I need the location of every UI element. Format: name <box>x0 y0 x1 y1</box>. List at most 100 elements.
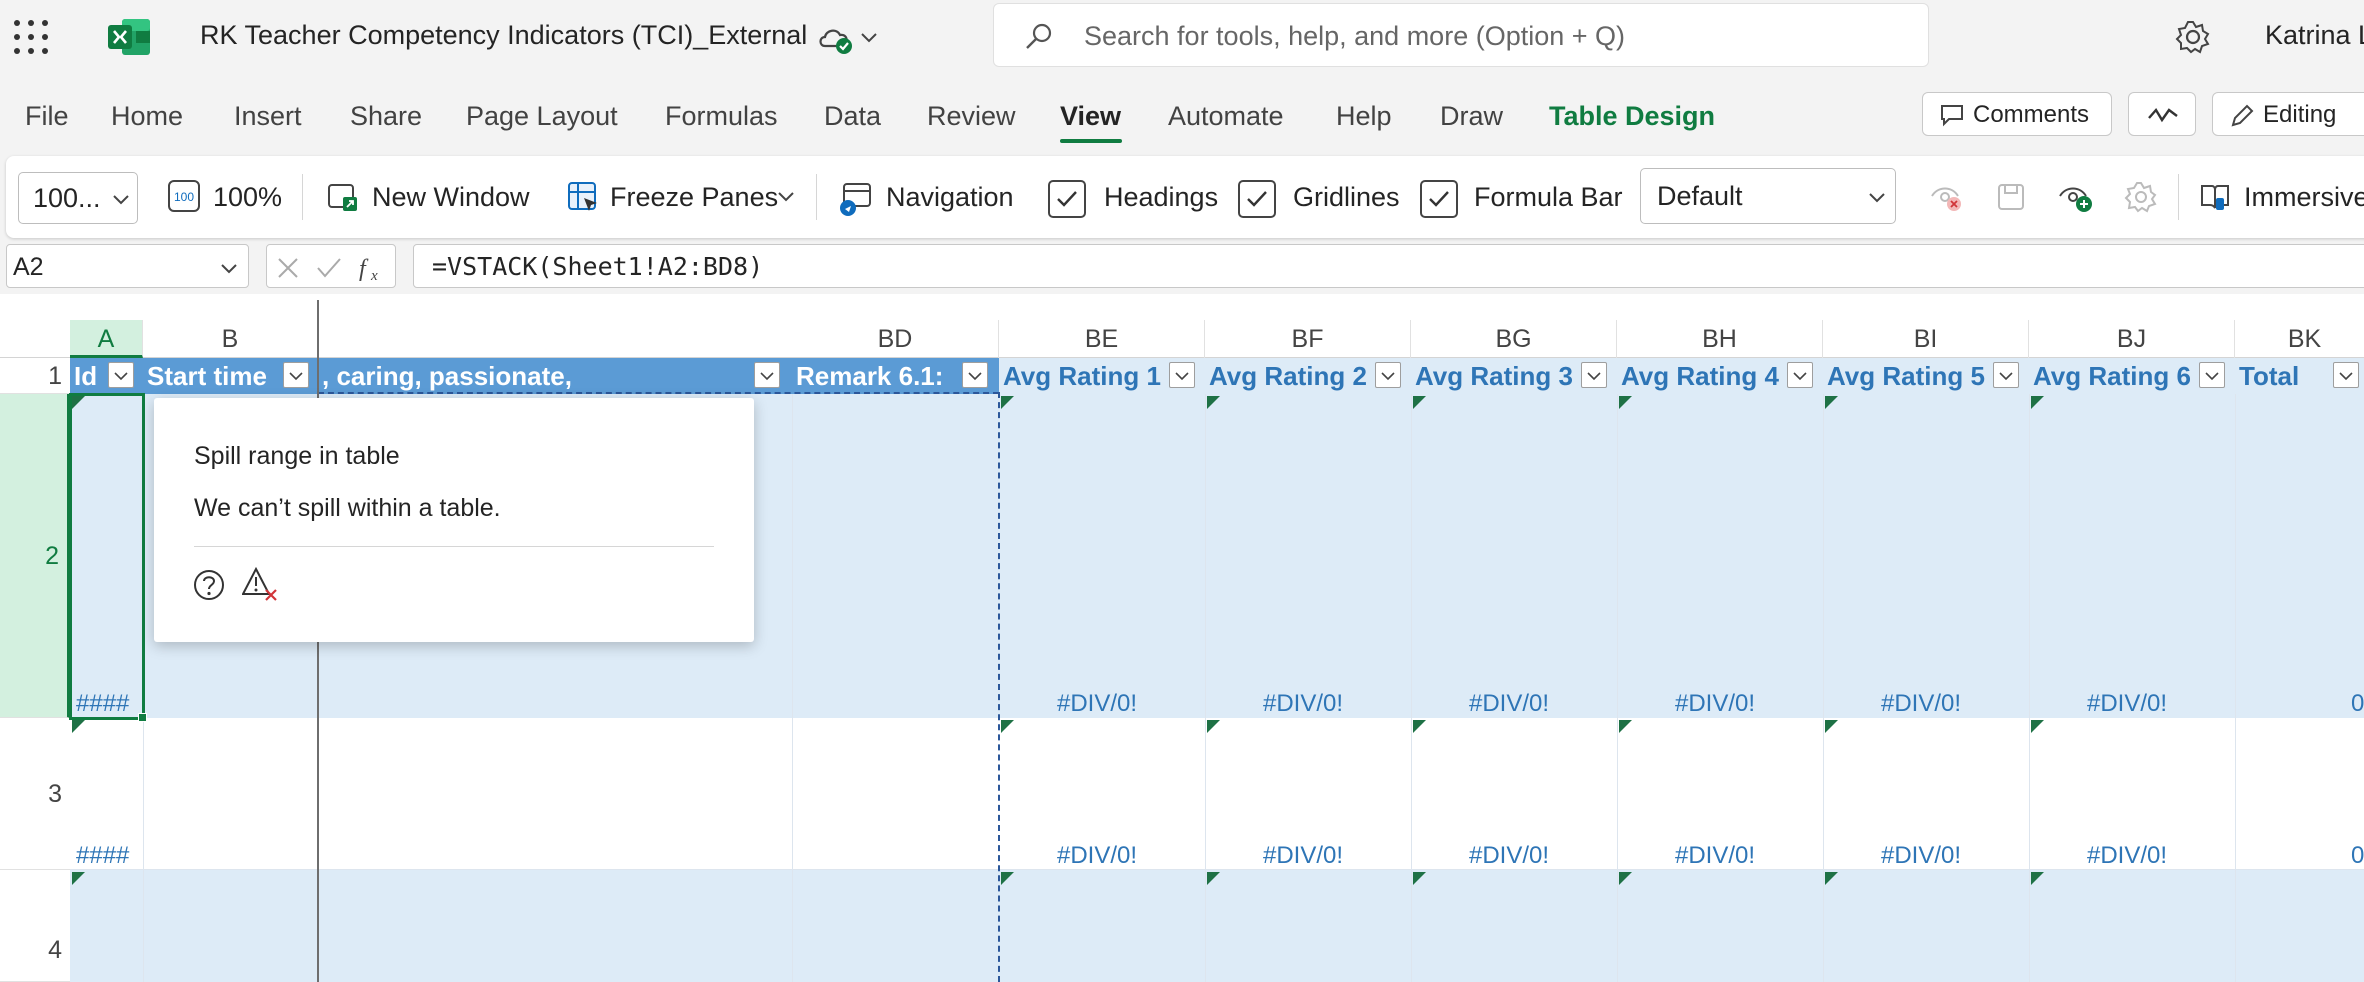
active-tab-indicator <box>1060 139 1122 143</box>
gridlines-checkbox[interactable] <box>1238 180 1276 218</box>
immersive-reader-button[interactable]: Immersive <box>2244 182 2364 213</box>
new-view-icon[interactable] <box>2058 180 2094 214</box>
new-window-icon <box>328 184 357 211</box>
chevron-down-icon <box>1587 372 1601 381</box>
table-header-remark[interactable]: Remark 6.1: <box>792 358 999 394</box>
ribbon-area: 100... 100 100% New Window Freeze Panes <box>0 152 2364 244</box>
table-header-label: Avg Rating 3 <box>1415 361 1573 391</box>
navigation-button[interactable]: Navigation <box>886 182 1014 213</box>
help-question-icon[interactable] <box>192 568 226 602</box>
active-cell-a2[interactable] <box>69 393 145 720</box>
tab-share[interactable]: Share <box>350 101 422 132</box>
table-header-start-time[interactable]: Start time <box>143 358 318 394</box>
formula-bar-checkbox[interactable] <box>1420 180 1458 218</box>
comments-button[interactable]: Comments <box>1922 92 2112 136</box>
tab-data[interactable]: Data <box>824 101 881 132</box>
tab-home[interactable]: Home <box>111 101 183 132</box>
filter-dropdown-button[interactable] <box>2199 362 2225 388</box>
popup-title: Spill range in table <box>194 442 400 470</box>
cell-bi2-value: #DIV/0! <box>1881 690 1962 717</box>
tab-formulas[interactable]: Formulas <box>665 101 778 132</box>
tab-file[interactable]: File <box>25 101 69 132</box>
row-header-1[interactable]: 1 <box>0 358 70 394</box>
filter-dropdown-button[interactable] <box>1787 362 1813 388</box>
column-header-bi[interactable]: BI <box>1823 320 2029 358</box>
column-header-b[interactable]: B <box>143 320 318 358</box>
search-box[interactable]: Search for tools, help, and more (Option… <box>993 3 1929 67</box>
enter-check-icon[interactable] <box>315 255 343 281</box>
row-header-2[interactable]: 2 <box>0 394 70 718</box>
cell-bg3-value: #DIV/0! <box>1469 842 1550 869</box>
table-header-avg-rating-5[interactable]: Avg Rating 5 <box>1823 358 2029 394</box>
filter-dropdown-button[interactable] <box>108 362 134 388</box>
column-header-bf[interactable]: BF <box>1205 320 1411 358</box>
filter-dropdown-button[interactable] <box>962 362 988 388</box>
zoom-100-button[interactable]: 100% <box>213 182 282 213</box>
column-header-be[interactable]: BE <box>999 320 1205 358</box>
catch-up-button[interactable] <box>2128 92 2196 136</box>
editing-mode-button[interactable]: Editing <box>2212 92 2364 136</box>
name-box[interactable]: A2 <box>6 244 249 288</box>
tab-page-layout[interactable]: Page Layout <box>466 101 618 132</box>
app-launcher-icon[interactable] <box>14 20 50 56</box>
column-header-bd[interactable]: BD <box>792 320 999 358</box>
column-header-bh[interactable]: BH <box>1617 320 1823 358</box>
save-view-icon[interactable] <box>1996 182 2026 212</box>
column-header-a[interactable]: A <box>70 320 143 358</box>
table-header-id[interactable]: Id <box>70 358 143 394</box>
tab-view[interactable]: View <box>1060 101 1121 132</box>
row-header-3[interactable]: 3 <box>0 718 70 870</box>
filter-dropdown-button[interactable] <box>754 362 780 388</box>
exit-view-icon[interactable] <box>1930 182 1964 214</box>
tab-review[interactable]: Review <box>927 101 1016 132</box>
table-header-avg-rating-1[interactable]: Avg Rating 1 <box>999 358 1205 394</box>
excel-web-app: RK Teacher Competency Indicators (TCI)_E… <box>0 0 2364 982</box>
chevron-down-icon[interactable] <box>858 26 880 48</box>
freeze-panes-button[interactable]: Freeze Panes <box>610 182 778 213</box>
navigation-icon <box>840 183 871 216</box>
user-name[interactable]: Katrina L <box>2265 20 2364 51</box>
fill-handle[interactable] <box>138 713 147 722</box>
column-header-bk[interactable]: BK <box>2235 320 2364 358</box>
filter-dropdown-button[interactable] <box>1581 362 1607 388</box>
insert-function-icon[interactable]: f x <box>357 252 391 284</box>
document-title[interactable]: RK Teacher Competency Indicators (TCI)_E… <box>200 20 807 51</box>
view-options-gear-icon[interactable] <box>2124 180 2158 214</box>
tab-automate[interactable]: Automate <box>1168 101 1284 132</box>
error-indicator <box>1825 396 1838 409</box>
popup-divider <box>194 546 714 547</box>
table-header-avg-rating-4[interactable]: Avg Rating 4 <box>1617 358 1823 394</box>
column-header-bg[interactable]: BG <box>1411 320 1617 358</box>
ignore-error-icon[interactable] <box>242 566 282 604</box>
filter-dropdown-button[interactable] <box>283 362 309 388</box>
cell-bk3-value: 0 <box>2351 842 2364 869</box>
table-header-total[interactable]: Total <box>2235 358 2364 394</box>
tab-insert[interactable]: Insert <box>234 101 302 132</box>
table-header-avg-rating-3[interactable]: Avg Rating 3 <box>1411 358 1617 394</box>
table-header-competency[interactable]: , caring, passionate, <box>318 358 792 394</box>
table-header-avg-rating-2[interactable]: Avg Rating 2 <box>1205 358 1411 394</box>
error-indicator <box>1619 872 1632 885</box>
formula-input[interactable]: =VSTACK(Sheet1!A2:BD8) <box>413 244 2364 288</box>
new-window-button[interactable]: New Window <box>372 182 530 213</box>
sheet-view-dropdown[interactable]: Default <box>1640 168 1896 224</box>
tab-table-design[interactable]: Table Design <box>1549 101 1715 132</box>
filter-dropdown-button[interactable] <box>2333 362 2359 388</box>
column-header-bj[interactable]: BJ <box>2029 320 2235 358</box>
cloud-saved-icon[interactable] <box>815 20 855 56</box>
settings-gear-icon[interactable] <box>2174 18 2212 56</box>
cell-bg2-value: #DIV/0! <box>1469 690 1550 717</box>
chevron-down-icon[interactable] <box>776 186 796 206</box>
table-header-label: Avg Rating 2 <box>1209 361 1367 391</box>
filter-dropdown-button[interactable] <box>1993 362 2019 388</box>
zoom-dropdown[interactable]: 100... <box>18 172 138 224</box>
tab-help[interactable]: Help <box>1336 101 1392 132</box>
filter-dropdown-button[interactable] <box>1169 362 1195 388</box>
cell-bh2-value: #DIV/0! <box>1675 690 1756 717</box>
tab-draw[interactable]: Draw <box>1440 101 1503 132</box>
filter-dropdown-button[interactable] <box>1375 362 1401 388</box>
row-header-4[interactable]: 4 <box>0 870 70 982</box>
table-header-avg-rating-6[interactable]: Avg Rating 6 <box>2029 358 2235 394</box>
cancel-x-icon[interactable] <box>275 255 301 281</box>
headings-checkbox[interactable] <box>1048 180 1086 218</box>
